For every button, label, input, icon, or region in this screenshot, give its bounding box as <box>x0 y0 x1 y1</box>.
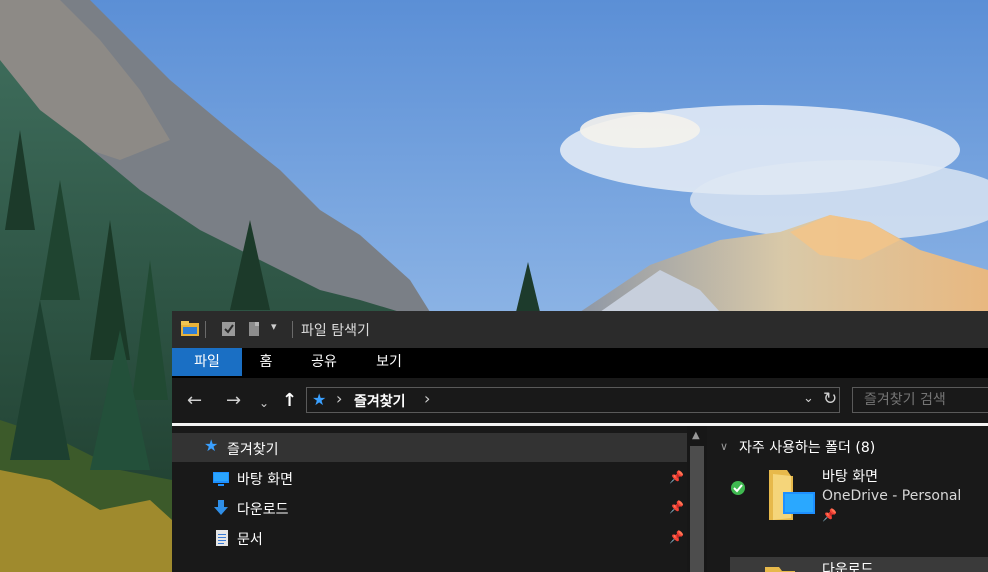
sync-status-icon <box>731 481 745 495</box>
window-title: 파일 탐색기 <box>301 323 370 339</box>
new-folder-icon[interactable] <box>247 320 261 338</box>
star-icon: ★ <box>204 436 219 455</box>
breadcrumb-location[interactable]: 즐겨찾기 <box>354 391 406 411</box>
nav-pane-scrollbar[interactable]: ▲ <box>687 426 707 572</box>
title-separator <box>292 321 293 338</box>
up-arrow-icon[interactable]: ↑ <box>282 392 297 410</box>
properties-icon[interactable] <box>221 320 237 338</box>
file-explorer-window: ▾ 파일 탐색기 파일 홈 공유 보기 ← → ⌄ ↑ ★ › 즐겨찾기 › ⌄… <box>172 311 988 572</box>
refresh-icon[interactable]: ↻ <box>823 389 837 409</box>
pin-icon[interactable]: 📌 <box>669 530 684 544</box>
desktop-icon <box>213 472 229 486</box>
search-input[interactable] <box>852 387 988 413</box>
folder-desktop-icon <box>769 470 815 520</box>
tab-file[interactable]: 파일 <box>172 348 242 376</box>
back-arrow-icon[interactable]: ← <box>187 392 202 410</box>
address-dropdown-icon[interactable]: ⌄ <box>803 391 814 406</box>
navigation-pane: ★ 즐겨찾기 바탕 화면 📌 다운로드 📌 문서 📌 <box>172 426 692 572</box>
scroll-up-arrow-icon[interactable]: ▲ <box>692 430 700 441</box>
nav-item-quick-access[interactable]: ★ 즐겨찾기 <box>172 433 687 462</box>
pin-icon[interactable]: 📌 <box>822 508 837 522</box>
breadcrumb-chevron-icon[interactable]: › <box>424 390 430 408</box>
title-bar: ▾ 파일 탐색기 <box>172 311 988 348</box>
forward-arrow-icon[interactable]: → <box>226 392 241 410</box>
recent-locations-chevron-icon[interactable]: ⌄ <box>259 394 269 412</box>
nav-item-label: 문서 <box>237 532 263 548</box>
title-separator <box>205 321 206 338</box>
nav-item-desktop[interactable]: 바탕 화면 📌 <box>172 463 687 492</box>
document-icon <box>216 530 228 546</box>
address-bar[interactable]: ★ › 즐겨찾기 › ⌄ ↻ <box>306 387 840 413</box>
content-pane: ∨ 자주 사용하는 폴더 (8) 바탕 화면 OneDrive - Person… <box>708 426 988 572</box>
star-icon: ★ <box>312 390 327 409</box>
ribbon-tabs: 파일 홈 공유 보기 <box>172 348 988 378</box>
nav-item-documents[interactable]: 문서 📌 <box>172 523 687 552</box>
nav-item-label: 즐겨찾기 <box>227 442 279 458</box>
folder-downloads-icon <box>765 567 795 572</box>
nav-item-label: 바탕 화면 <box>237 472 293 488</box>
customize-toolbar-icon[interactable]: ▾ <box>271 320 277 333</box>
folder-tile-downloads[interactable]: 다운로드 <box>730 557 988 572</box>
tab-view[interactable]: 보기 <box>366 348 412 376</box>
address-row: ← → ⌄ ↑ ★ › 즐겨찾기 › ⌄ ↻ <box>172 378 988 423</box>
folder-location: OneDrive - Personal <box>822 488 962 504</box>
collapse-chevron-icon[interactable]: ∨ <box>720 440 728 453</box>
scrollbar-thumb[interactable] <box>690 446 704 572</box>
folder-tile-desktop[interactable]: 바탕 화면 OneDrive - Personal 📌 <box>730 464 988 542</box>
breadcrumb-chevron-icon[interactable]: › <box>336 390 342 408</box>
pin-icon[interactable]: 📌 <box>669 500 684 514</box>
folder-app-icon <box>181 321 199 336</box>
download-icon <box>214 500 228 515</box>
frequent-folders-group-title[interactable]: 자주 사용하는 폴더 (8) <box>739 437 875 457</box>
tab-share[interactable]: 공유 <box>302 348 346 376</box>
tab-home[interactable]: 홈 <box>248 348 284 376</box>
pin-icon[interactable]: 📌 <box>669 470 684 484</box>
folder-name: 바탕 화면 <box>822 469 878 485</box>
nav-item-label: 다운로드 <box>237 502 289 518</box>
folder-name: 다운로드 <box>822 562 874 572</box>
nav-item-downloads[interactable]: 다운로드 📌 <box>172 493 687 522</box>
